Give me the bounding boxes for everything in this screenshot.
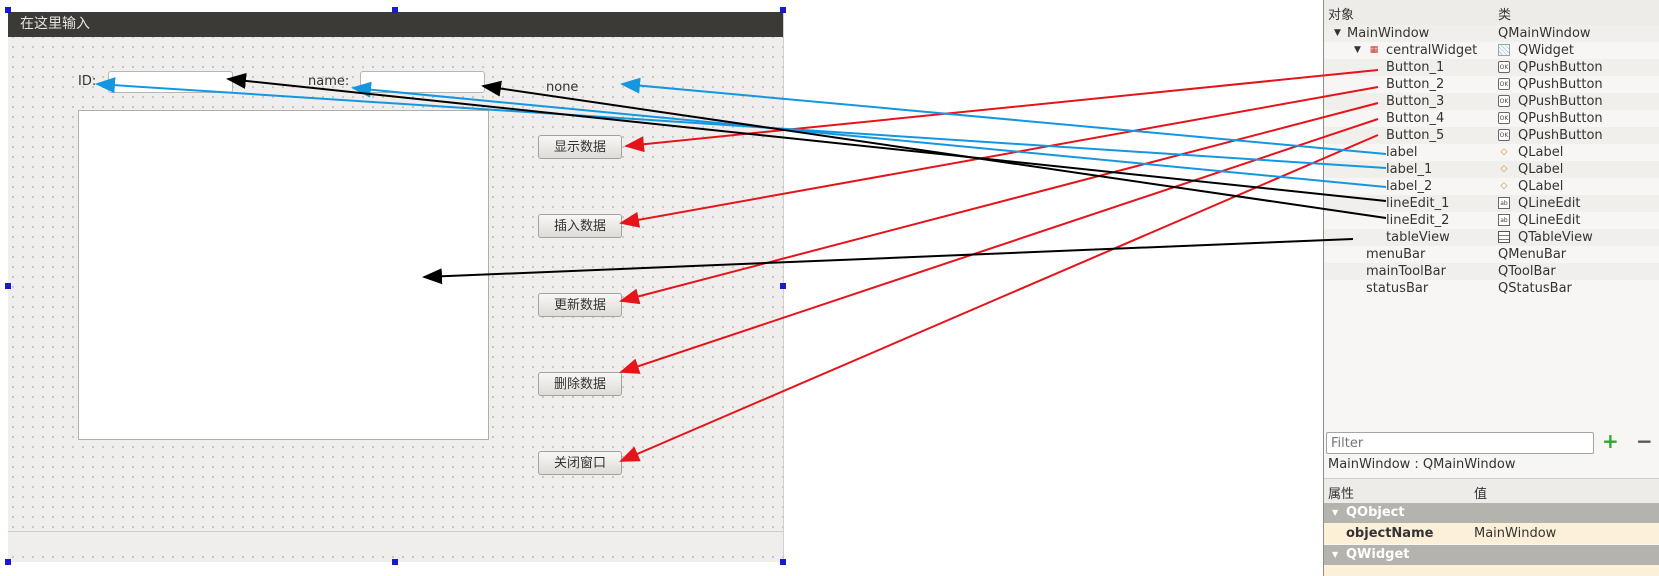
arrow-button-4 <box>619 118 1379 374</box>
annotation-arrows <box>95 69 1387 462</box>
arrow-label-2 <box>351 81 1387 188</box>
arrow-tableview <box>422 238 1354 285</box>
arrow-lineedit-2 <box>481 80 1387 219</box>
arrow-button-5 <box>619 134 1379 462</box>
arrow-lineedit-1 <box>226 72 1387 202</box>
